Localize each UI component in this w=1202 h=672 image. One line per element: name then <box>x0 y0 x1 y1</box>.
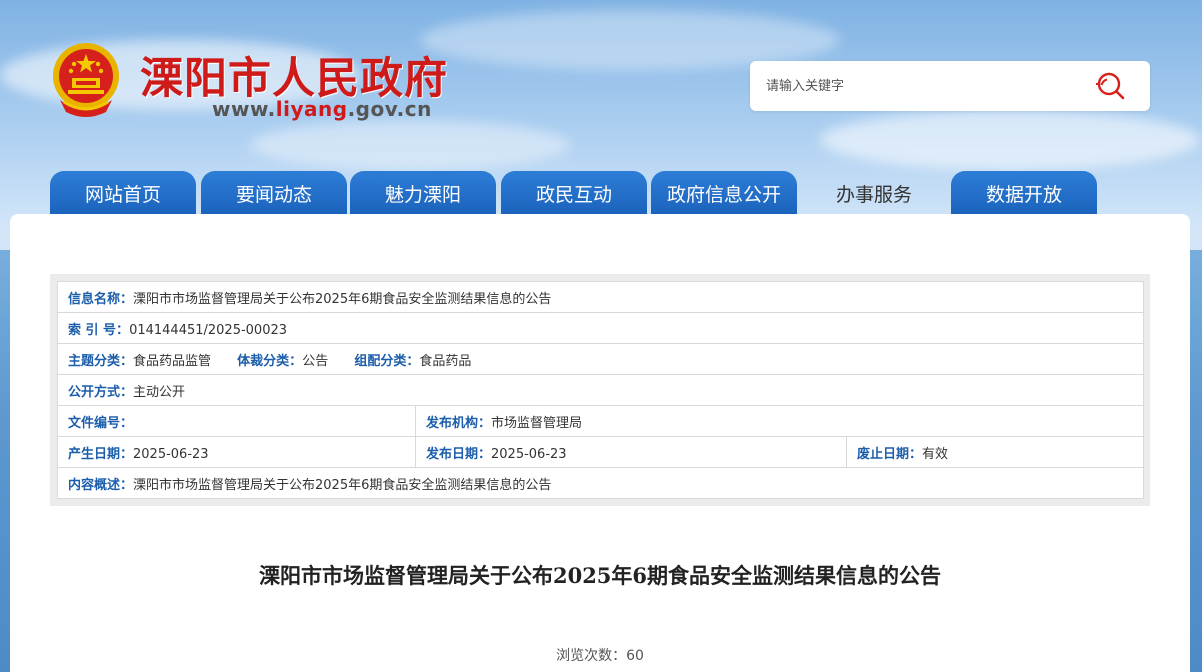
site-url: www.liyang.gov.cn <box>212 97 432 121</box>
nav-tab-home[interactable]: 网站首页 <box>50 171 196 215</box>
article-title: 溧阳市市场监督管理局关于公布2025年6期食品安全监测结果信息的公告 <box>258 563 942 588</box>
nav-tab-charm-liyang[interactable]: 魅力溧阳 <box>350 171 496 215</box>
view-count: 浏览次数：60 <box>556 648 644 664</box>
search-icon[interactable] <box>1092 70 1130 102</box>
table-row: 信息名称：溧阳市市场监督管理局关于公布2025年6期食品安全监测结果信息的公告 <box>57 281 1144 313</box>
table-row: 内容概述：溧阳市市场监督管理局关于公布2025年6期食品安全监测结果信息的公告 <box>57 467 1144 499</box>
search-input[interactable] <box>766 74 1086 98</box>
nav-tab-news[interactable]: 要闻动态 <box>201 171 347 215</box>
table-row: 文件编号： 发布机构：市场监督管理局 <box>57 405 1144 437</box>
nav-tab-open-data[interactable]: 数据开放 <box>951 171 1097 215</box>
table-row: 公开方式：主动公开 <box>57 374 1144 406</box>
table-row: 索 引 号：014144451/2025-00023 <box>57 312 1144 344</box>
main-nav: 网站首页 要闻动态 魅力溧阳 政民互动 政府信息公开 办事服务 数据开放 <box>50 171 1110 215</box>
info-metadata-box: 信息名称：溧阳市市场监督管理局关于公布2025年6期食品安全监测结果信息的公告 … <box>50 274 1150 506</box>
nav-tab-interaction[interactable]: 政民互动 <box>501 171 647 215</box>
background-cloud <box>820 110 1200 170</box>
nav-tab-gov-info[interactable]: 政府信息公开 <box>651 171 797 215</box>
background-cloud <box>250 120 570 170</box>
info-metadata-table: 信息名称：溧阳市市场监督管理局关于公布2025年6期食品安全监测结果信息的公告 … <box>57 281 1144 499</box>
search-box <box>750 61 1150 111</box>
national-emblem-icon <box>50 40 122 120</box>
table-row: 主题分类：食品药品监管 体裁分类：公告 组配分类：食品药品 <box>57 343 1144 375</box>
nav-tab-services[interactable]: 办事服务 <box>801 171 947 215</box>
table-row: 产生日期：2025-06-23 发布日期：2025-06-23 废止日期：有效 <box>57 436 1144 468</box>
